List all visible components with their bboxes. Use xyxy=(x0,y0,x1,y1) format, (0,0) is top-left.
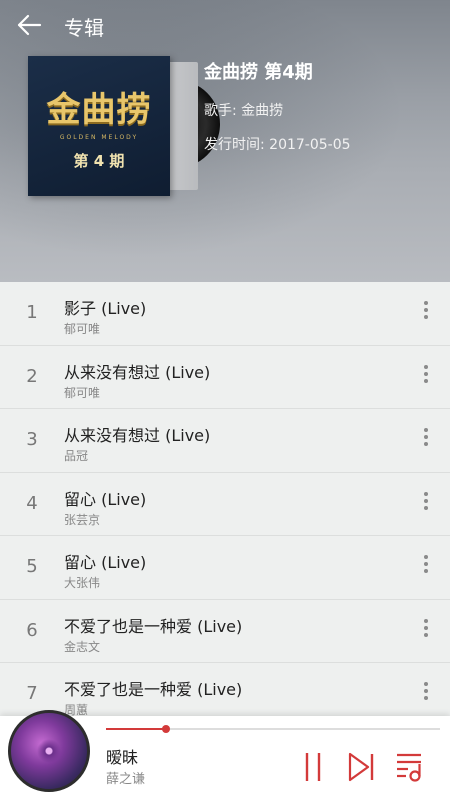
page-title: 专辑 xyxy=(64,16,104,40)
track-row[interactable]: 7 不爱了也是一种爱 (Live) 周蕙 xyxy=(0,663,450,716)
cover-subtitle: GOLDEN MELODY xyxy=(59,134,139,141)
cover-issue: 第 4 期 xyxy=(73,152,125,170)
more-vertical-icon[interactable] xyxy=(416,489,436,519)
track-title: 从来没有想过 (Live) xyxy=(64,426,211,445)
track-row[interactable]: 3 从来没有想过 (Live) 品冠 xyxy=(0,409,450,473)
album-name: 金曲捞 第4期 xyxy=(204,62,313,83)
track-row[interactable]: 6 不爱了也是一种爱 (Live) 金志文 xyxy=(0,600,450,663)
now-playing-title[interactable]: 暧昧 xyxy=(106,744,138,768)
track-artist: 金志文 xyxy=(64,639,101,654)
track-artist: 张芸京 xyxy=(64,512,101,527)
album-release-date: 发行时间: 2017-05-05 xyxy=(204,137,351,153)
album-cover: 金曲捞 GOLDEN MELODY 第 4 期 xyxy=(28,56,170,196)
track-title: 不爱了也是一种爱 (Live) xyxy=(64,680,243,699)
track-number: 5 xyxy=(26,556,38,577)
more-vertical-icon[interactable] xyxy=(416,616,436,646)
album-art[interactable]: 金曲捞 GOLDEN MELODY 第 4 期 xyxy=(28,56,220,196)
track-number: 6 xyxy=(26,619,38,641)
progress-fill xyxy=(106,728,167,730)
next-button[interactable] xyxy=(346,750,376,784)
track-title: 留心 (Live) xyxy=(64,489,147,509)
more-vertical-icon[interactable] xyxy=(416,362,436,392)
track-row[interactable]: 5 留心 (Live) 大张伟 xyxy=(0,536,450,600)
album-header: 专辑 金曲捞 GOLDEN MELODY 第 4 期 金曲捞 第4期 歌手: 金… xyxy=(0,0,450,282)
more-vertical-icon[interactable] xyxy=(416,679,436,709)
track-artist: 郁可唯 xyxy=(64,322,101,336)
playlist-button[interactable] xyxy=(394,750,424,784)
track-title: 影子 (Live) xyxy=(64,299,147,318)
now-playing-cover[interactable] xyxy=(8,710,90,792)
track-title: 从来没有想过 (Live) xyxy=(64,362,211,382)
album-info: 金曲捞 第4期 歌手: 金曲捞 发行时间: 2017-05-05 xyxy=(204,58,351,168)
track-number: 7 xyxy=(26,683,38,704)
track-number: 4 xyxy=(26,492,38,514)
track-number: 2 xyxy=(26,365,38,387)
progress-bar[interactable] xyxy=(106,725,440,733)
mini-player: 暧昧 薛之谦 xyxy=(0,710,450,800)
album-singer[interactable]: 歌手: 金曲捞 xyxy=(204,100,351,120)
skip-next-icon xyxy=(348,752,374,782)
track-number: 3 xyxy=(26,429,38,450)
cover-logo: 金曲捞 xyxy=(46,90,152,130)
track-row[interactable]: 1 影子 (Live) 郁可唯 xyxy=(0,282,450,346)
more-vertical-icon[interactable] xyxy=(416,552,436,582)
progress-handle[interactable] xyxy=(162,725,171,733)
top-bar: 专辑 xyxy=(0,0,450,52)
now-playing-artist: 薛之谦 xyxy=(106,772,146,787)
track-artist: 品冠 xyxy=(64,449,89,463)
playlist-icon xyxy=(397,753,421,782)
back-button[interactable] xyxy=(14,10,48,40)
pause-icon xyxy=(305,753,321,781)
track-number: 1 xyxy=(26,302,38,323)
track-artist: 郁可唯 xyxy=(64,385,101,400)
track-row[interactable]: 2 从来没有想过 (Live) 郁可唯 xyxy=(0,346,450,409)
track-row[interactable]: 4 留心 (Live) 张芸京 xyxy=(0,473,450,536)
more-vertical-icon[interactable] xyxy=(416,298,436,328)
arrow-left-icon xyxy=(17,14,42,36)
pause-button[interactable] xyxy=(298,750,328,784)
track-title: 不爱了也是一种爱 (Live) xyxy=(64,616,243,636)
track-artist: 大张伟 xyxy=(64,576,101,590)
more-vertical-icon[interactable] xyxy=(416,425,436,455)
track-list: 1 影子 (Live) 郁可唯 2 从来没有想过 (Live) 郁可唯 3 从来… xyxy=(0,282,450,716)
track-title: 留心 (Live) xyxy=(64,553,147,572)
